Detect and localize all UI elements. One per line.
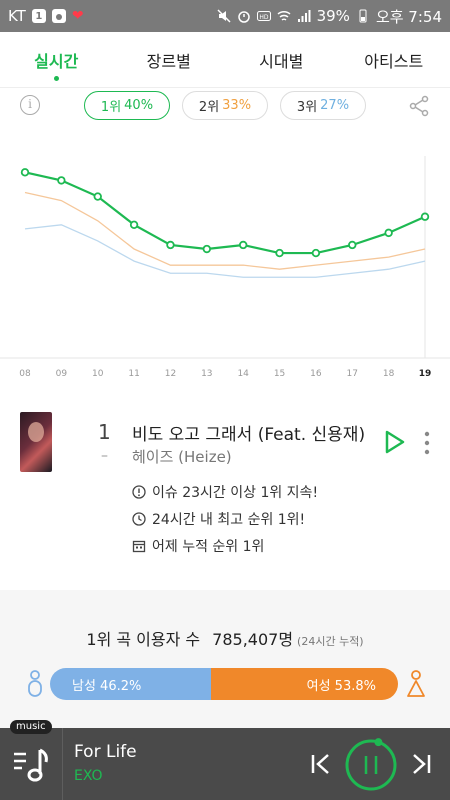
series-line-rank-3 (24, 224, 426, 278)
tab-genre[interactable]: 장르별 (113, 32, 226, 87)
tab-era[interactable]: 시대별 (225, 32, 338, 87)
data-point-rank-1[interactable] (129, 220, 139, 229)
data-point-rank-1[interactable] (238, 240, 248, 250)
data-point-rank-1[interactable] (384, 228, 393, 238)
fact-cumulative: 어제 누적 순위 1위 (132, 536, 264, 556)
mute-icon (217, 9, 231, 23)
x-tick-label: 16 (310, 369, 322, 379)
alert-icon (132, 485, 146, 499)
fact-best-rank: 24시간 내 최고 순위 1위! (132, 509, 305, 529)
more-icon[interactable] (420, 430, 434, 456)
data-point-rank-1[interactable] (420, 212, 430, 221)
male-share-segment: 남성 46.2% (50, 668, 211, 700)
fact-issue: 이슈 23시간 이상 1위 지속! (132, 482, 318, 502)
calendar-icon (132, 540, 146, 553)
data-point-rank-1[interactable] (93, 192, 102, 201)
now-playing-title[interactable]: For Life (74, 742, 137, 762)
female-share-segment: 여성 53.8% (210, 668, 398, 700)
rank-2-pill[interactable]: 2위 33% (182, 91, 268, 120)
female-icon (407, 670, 425, 697)
data-point-rank-1[interactable] (57, 176, 66, 185)
male-icon (28, 670, 42, 697)
listener-note: (24시간 누적) (297, 635, 364, 648)
next-icon[interactable] (410, 752, 432, 776)
song-rank: 1 (98, 420, 111, 444)
now-playing-artist[interactable]: EXO (74, 768, 103, 784)
music-app-icon (51, 9, 66, 23)
x-tick-label: 15 (274, 369, 285, 379)
info-icon[interactable]: i (20, 95, 40, 115)
clock-icon (132, 512, 146, 526)
pause-button[interactable] (344, 738, 398, 792)
realtime-trend-chart: 08 09 10 11 12 13 14 15 16 17 18 19 (0, 156, 450, 379)
x-tick-label: 09 (56, 369, 68, 379)
rank-share-row: i 1위 40% 2위 33% 3위 27% (0, 88, 450, 126)
hd-icon: HD (256, 11, 271, 21)
progress-knob[interactable] (374, 738, 383, 747)
tab-artist[interactable]: 아티스트 (338, 32, 450, 87)
data-point-rank-1[interactable] (311, 248, 321, 258)
x-tick-label: 12 (165, 369, 176, 379)
x-tick-label: 11 (128, 369, 139, 379)
wifi-icon (277, 10, 291, 21)
x-tick-label: 19 (419, 369, 432, 379)
data-point-rank-1[interactable] (348, 240, 357, 250)
tab-realtime[interactable]: 실시간 (0, 32, 113, 87)
battery-icon (359, 9, 367, 23)
x-tick-label: 13 (201, 369, 212, 379)
x-tick-label: 14 (237, 369, 249, 379)
data-point-rank-1[interactable] (202, 244, 212, 254)
signal-icon (297, 10, 311, 22)
listener-stats: 1위 곡 이용자 수 785,407명 (24시간 누적) 남성 46.2% 여성 … (0, 590, 450, 730)
song-title[interactable]: 비도 오고 그래서 (Feat. 신용재) (132, 420, 372, 445)
alarm-icon (237, 11, 250, 23)
data-point-rank-1[interactable] (166, 240, 175, 250)
clock-time: 오후 7:54 (375, 7, 442, 26)
previous-icon[interactable] (310, 752, 332, 776)
series-line-rank-1 (24, 171, 426, 255)
listener-count: 785,407명 (212, 630, 294, 649)
x-tick-label: 10 (92, 369, 104, 379)
x-tick-label: 17 (347, 369, 358, 379)
data-point-rank-1[interactable] (20, 168, 30, 177)
svg-text:HD: HD (259, 14, 269, 21)
share-icon[interactable] (408, 95, 430, 117)
rank-3-pill[interactable]: 3위 27% (280, 91, 366, 120)
x-tick-label: 08 (19, 369, 31, 379)
rank-1-pill[interactable]: 1위 40% (84, 91, 170, 120)
data-point-rank-1[interactable] (275, 248, 284, 258)
top-song-item: 1 – 비도 오고 그래서 (Feat. 신용재) 헤이즈 (Heize) 이슈… (0, 400, 450, 575)
heart-icon: ❤ (71, 8, 84, 24)
chart-tabs: 실시간 장르별 시대별 아티스트 (0, 32, 450, 88)
music-badge: music (10, 720, 52, 734)
play-icon[interactable] (384, 430, 406, 454)
listener-title: 1위 곡 이용자 수 785,407명 (24시간 누적) (86, 630, 364, 649)
mini-player: music For Life EXO (0, 720, 450, 800)
active-tab-dot (54, 76, 60, 81)
gender-ratio-bar: 남성 46.2% 여성 53.8% (50, 668, 398, 700)
playlist-icon[interactable] (12, 744, 52, 784)
player-divider (62, 728, 63, 800)
carrier-label: KT (8, 7, 26, 25)
x-tick-label: 18 (383, 369, 395, 379)
song-artist[interactable]: 헤이즈 (Heize) (132, 446, 232, 467)
battery-percent: 39% (316, 7, 350, 25)
status-bar: KT 1 ❤ HD 39% 오후 7:54 (0, 0, 450, 32)
rank-change: – (101, 448, 108, 464)
series-line-rank-2 (24, 191, 426, 270)
notification-badge: 1 (31, 9, 46, 23)
album-cover[interactable] (20, 412, 52, 472)
